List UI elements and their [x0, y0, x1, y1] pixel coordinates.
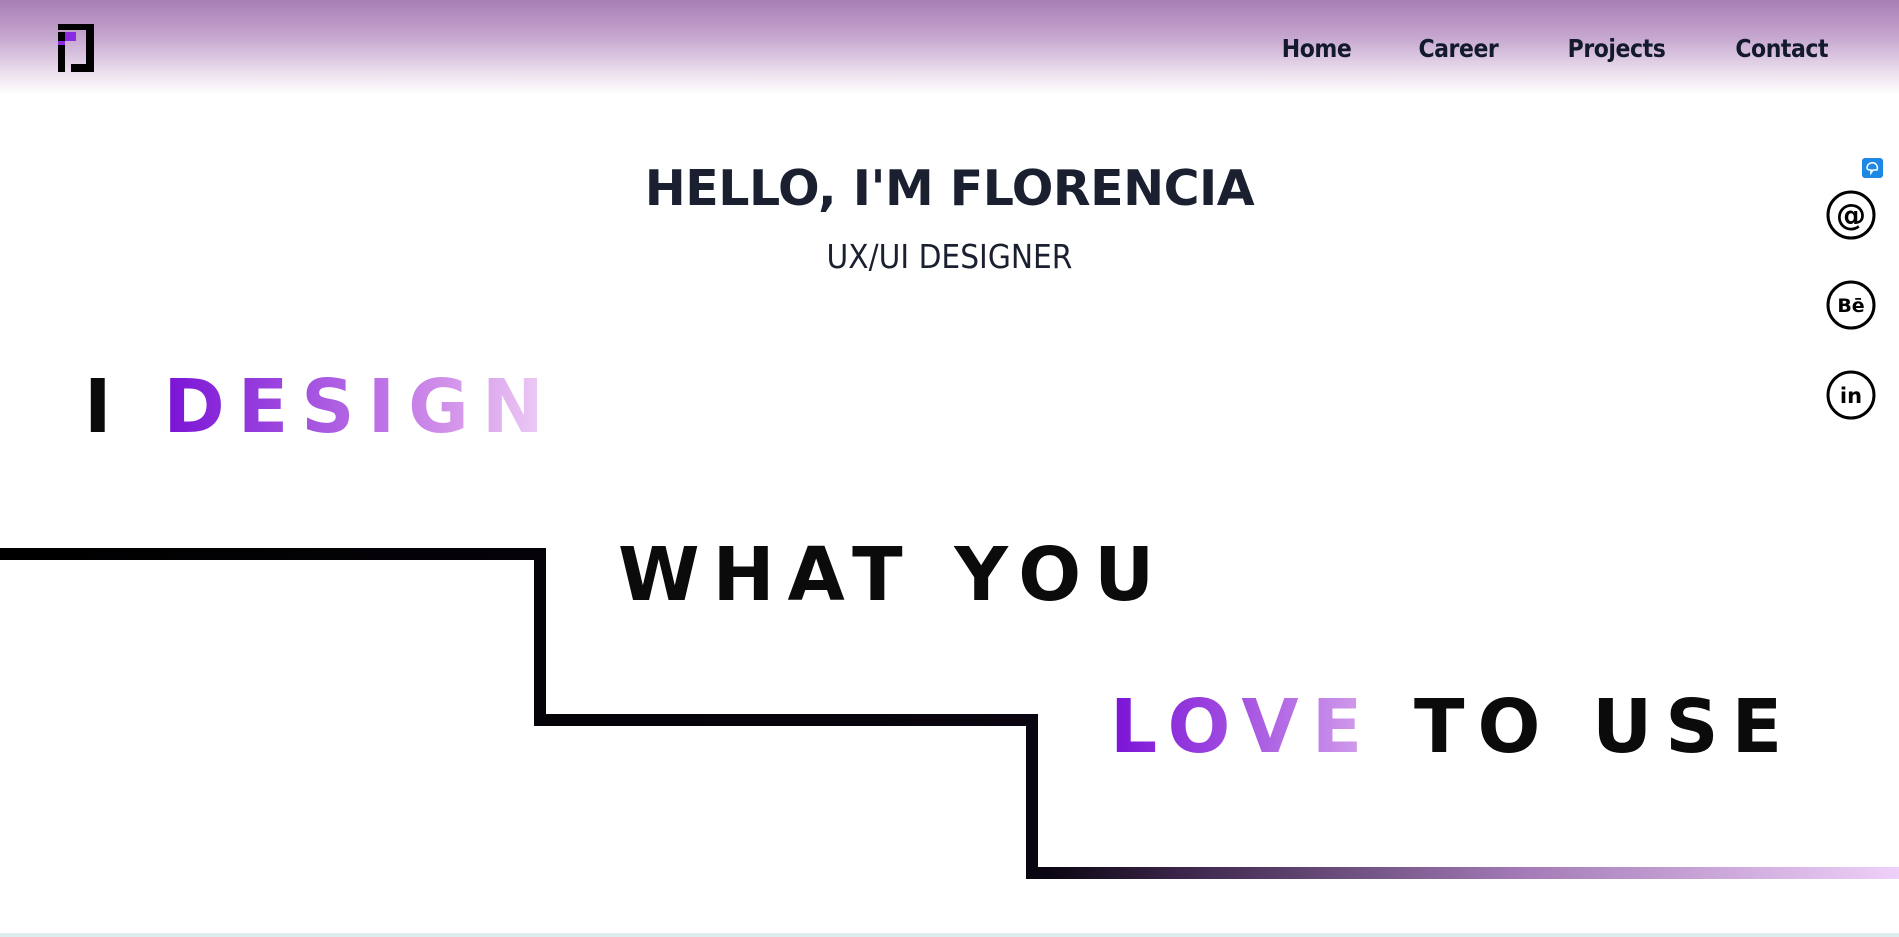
email-icon[interactable]: @	[1826, 190, 1876, 240]
nav-home[interactable]: Home	[1281, 34, 1351, 63]
svg-text:@: @	[1836, 198, 1866, 233]
brand-logo-icon[interactable]	[58, 24, 94, 72]
nav-career[interactable]: Career	[1418, 34, 1498, 63]
tagline-to-use: TO USE	[1414, 684, 1796, 770]
stair-line-decoration	[0, 548, 1899, 879]
nav-projects[interactable]: Projects	[1567, 34, 1665, 63]
hero-subtitle: UX/UI DESIGNER	[826, 237, 1073, 276]
tagline-love: LOVE	[1110, 684, 1376, 770]
tagline-line-1: I DESIGN	[84, 370, 557, 444]
nav-contact[interactable]: Contact	[1735, 34, 1828, 63]
tagline-i: I	[84, 364, 125, 450]
translate-extension-icon[interactable]	[1862, 158, 1883, 178]
main-nav: Home Career Projects Contact	[1277, 34, 1834, 63]
linkedin-icon[interactable]: in	[1826, 370, 1876, 420]
tagline-design: DESIGN	[163, 364, 557, 450]
hero-title: HELLO, I'M FLORENCIA	[644, 160, 1255, 217]
svg-text:in: in	[1840, 384, 1862, 408]
bottom-strip	[0, 933, 1899, 937]
behance-icon[interactable]: Bē	[1826, 280, 1876, 330]
svg-text:Bē: Bē	[1837, 295, 1864, 317]
tagline-line-3: LOVE TO USE	[1110, 690, 1795, 764]
tagline-line-2: WHAT YOU	[618, 532, 1168, 618]
site-header: Home Career Projects Contact	[0, 0, 1899, 94]
